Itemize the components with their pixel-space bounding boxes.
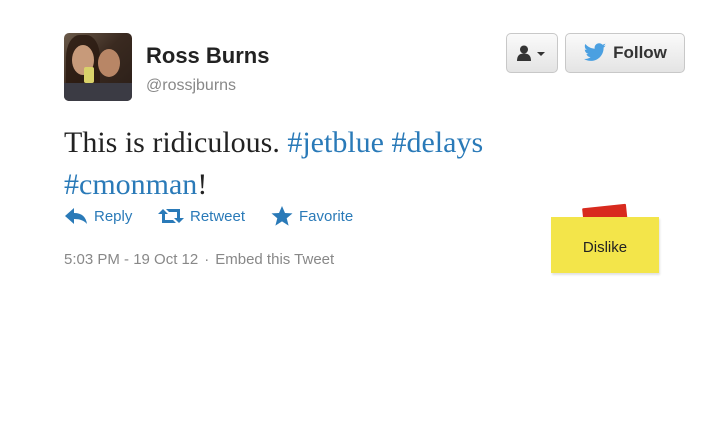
embed-tweet-link[interactable]: Embed this Tweet: [215, 251, 334, 268]
tweet-text-segment: !: [197, 168, 208, 201]
dislike-label: Dislike: [582, 238, 628, 256]
follow-button[interactable]: Follow: [565, 33, 685, 73]
tweet-text: This is ridiculous. #jetblue #delays #cm…: [64, 122, 624, 206]
avatar-phone: [84, 67, 94, 83]
tweet-text-segment: This is ridiculous.: [64, 126, 288, 159]
caret-down-icon: [537, 52, 545, 56]
user-handle[interactable]: @rossjburns: [146, 77, 236, 95]
tweet-meta: 5:03 PM - 19 Oct 12 · Embed this Tweet: [64, 251, 334, 268]
dislike-sticky-note[interactable]: Dislike: [551, 203, 663, 275]
user-actions-button[interactable]: [506, 33, 558, 73]
avatar[interactable]: [64, 33, 132, 101]
retweet-action[interactable]: Retweet: [158, 205, 245, 227]
reply-action[interactable]: Reply: [64, 205, 132, 227]
retweet-icon: [158, 209, 184, 223]
hashtag-delays[interactable]: #delays: [391, 126, 483, 159]
user-name[interactable]: Ross Burns: [146, 43, 269, 69]
hashtag-cmonman[interactable]: #cmonman: [64, 168, 197, 201]
meta-separator: ·: [204, 251, 210, 268]
tweet-timestamp[interactable]: 5:03 PM - 19 Oct 12: [64, 251, 198, 268]
person-icon: [517, 45, 545, 61]
avatar-shirt: [64, 83, 132, 101]
reply-label: Reply: [94, 207, 133, 225]
hashtag-jetblue[interactable]: #jetblue: [287, 126, 384, 159]
avatar-face-right: [98, 49, 120, 77]
twitter-bird-icon: [583, 43, 607, 61]
dislike-button[interactable]: Dislike: [551, 217, 659, 273]
retweet-label: Retweet: [190, 207, 246, 225]
star-icon: [271, 206, 293, 226]
reply-arrow-icon: [65, 208, 87, 224]
favorite-action[interactable]: Favorite: [271, 205, 353, 227]
follow-label: Follow: [613, 43, 667, 62]
favorite-label: Favorite: [299, 207, 354, 225]
